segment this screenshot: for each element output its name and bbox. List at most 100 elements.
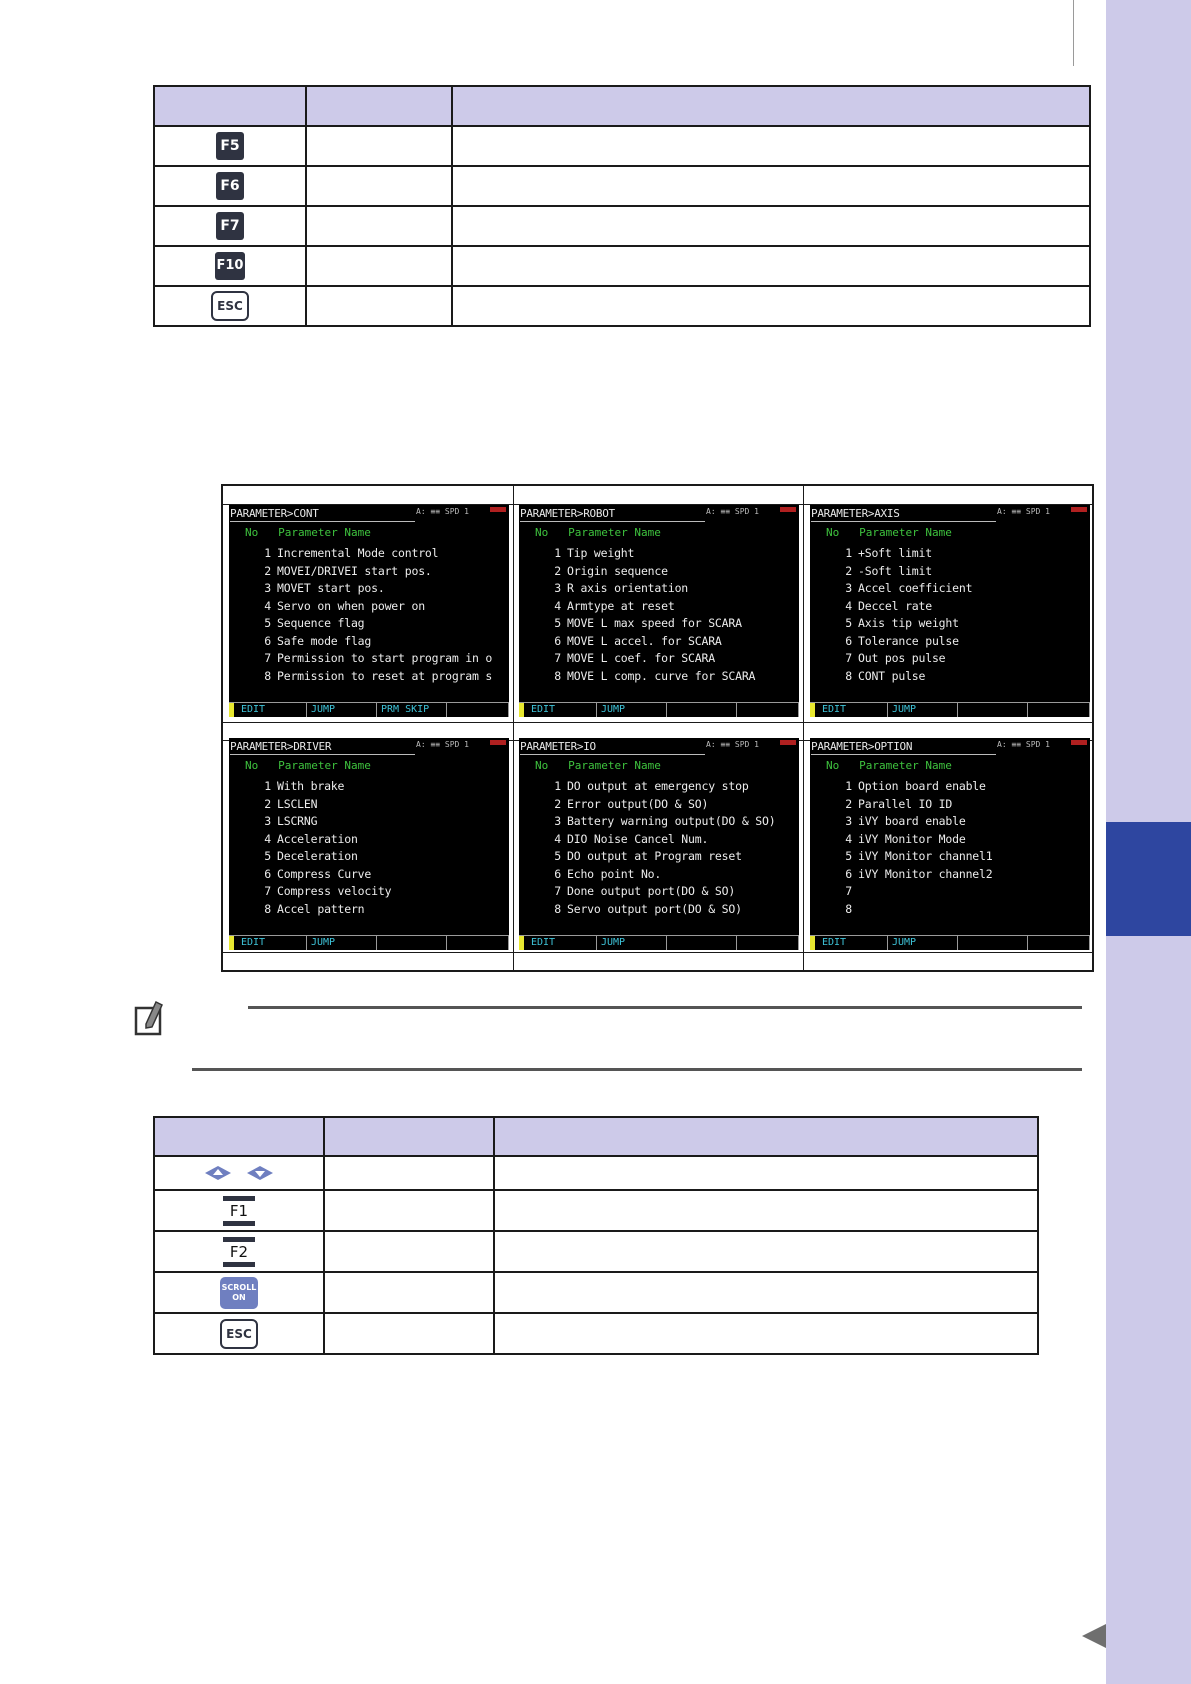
footer-softkey[interactable]: JUMP xyxy=(307,936,377,950)
list-item[interactable]: 2 Parallel IO ID xyxy=(836,796,992,814)
list-item[interactable]: 4 DIO Noise Cancel Num. xyxy=(545,831,775,849)
list-item[interactable]: 5 DO output at Program reset xyxy=(545,848,775,866)
list-item[interactable]: 8 MOVE L comp. curve for SCARA xyxy=(545,668,755,686)
footer-softkey[interactable]: EDIT xyxy=(818,936,888,950)
footer-softkey[interactable]: JUMP xyxy=(597,936,667,950)
list-item[interactable]: 3 R axis orientation xyxy=(545,580,755,598)
parameter-number: 3 xyxy=(264,581,271,595)
list-item[interactable]: 7 Compress velocity xyxy=(255,883,391,901)
footer-softkey[interactable] xyxy=(377,936,447,950)
function-key-table-2: F1 F2 SCROLL ON ESC xyxy=(153,1116,1039,1355)
footer-softkey[interactable]: EDIT xyxy=(527,936,597,950)
list-item[interactable]: 7 Permission to start program in o xyxy=(255,650,492,668)
alarm-indicator xyxy=(1071,507,1087,512)
screen-column-header: No Parameter Name xyxy=(826,526,952,539)
list-item[interactable]: 4 Servo on when power on xyxy=(255,598,492,616)
header-description xyxy=(451,85,1091,127)
footer-softkey[interactable] xyxy=(667,936,737,950)
parameter-name: R axis orientation xyxy=(567,581,689,595)
header-description xyxy=(493,1116,1039,1157)
footer-softkey[interactable]: JUMP xyxy=(597,703,667,717)
parameter-screen: PARAMETER>IO A: ≡≡ SPD 1 No Parameter Name… xyxy=(519,738,799,950)
footer-softkey[interactable] xyxy=(1028,703,1090,717)
footer-softkey[interactable]: EDIT xyxy=(237,936,307,950)
triangle-left-icon[interactable] xyxy=(1082,1624,1106,1648)
footer-softkey[interactable] xyxy=(667,703,737,717)
list-item[interactable]: 5 Sequence flag xyxy=(255,615,492,633)
footer-softkey[interactable] xyxy=(958,703,1028,717)
footer-softkey[interactable]: EDIT xyxy=(237,703,307,717)
parameter-name: Servo on when power on xyxy=(277,598,425,613)
list-item[interactable]: 6 Compress Curve xyxy=(255,866,391,884)
parameter-name: Error output(DO & SO) xyxy=(567,796,709,811)
list-item[interactable]: 7 xyxy=(836,883,992,901)
footer-softkey[interactable] xyxy=(1028,936,1090,950)
list-item[interactable]: 6 iVY Monitor channel2 xyxy=(836,866,992,884)
parameter-screen: PARAMETER>ROBOT A: ≡≡ SPD 1 No Parameter N… xyxy=(519,505,799,717)
list-item[interactable]: 3 Battery warning output(DO & SO) xyxy=(545,813,775,831)
footer-softkey[interactable] xyxy=(447,936,509,950)
list-item[interactable]: 4 iVY Monitor Mode xyxy=(836,831,992,849)
parameter-name: Compress velocity xyxy=(277,884,392,898)
list-item[interactable]: 2 MOVEI/DRIVEI start pos. xyxy=(255,563,492,581)
list-item[interactable]: 4 Acceleration xyxy=(255,831,391,849)
list-item[interactable]: 2 Error output(DO & SO) xyxy=(545,796,775,814)
list-item[interactable]: 2 LSCLEN xyxy=(255,796,391,814)
list-item[interactable]: 7 MOVE L coef. for SCARA xyxy=(545,650,755,668)
parameter-number: 8 xyxy=(554,668,561,683)
list-item[interactable]: 6 Echo point No. xyxy=(545,866,775,884)
list-item[interactable]: 5 Axis tip weight xyxy=(836,615,972,633)
footer-softkey[interactable]: EDIT xyxy=(818,703,888,717)
list-item[interactable]: 1 Option board enable xyxy=(836,778,992,796)
footer-softkey[interactable]: PRM SKIP xyxy=(377,703,447,717)
list-item[interactable]: 8 Servo output port(DO & SO) xyxy=(545,901,775,919)
parameter-name: Deceleration xyxy=(277,849,358,863)
footer-softkey[interactable]: JUMP xyxy=(888,936,958,950)
esc-key-icon: ESC xyxy=(211,291,249,321)
list-item[interactable]: 3 MOVET start pos. xyxy=(255,580,492,598)
list-item[interactable]: 6 MOVE L accel. for SCARA xyxy=(545,633,755,651)
list-item[interactable]: 1 Incremental Mode control xyxy=(255,545,492,563)
chapter-tab[interactable] xyxy=(1106,822,1191,936)
screen-title-underline xyxy=(811,754,996,755)
alarm-indicator xyxy=(1071,740,1087,745)
footer-softkey[interactable] xyxy=(447,703,509,717)
list-item[interactable]: 5 MOVE L max speed for SCARA xyxy=(545,615,755,633)
parameter-number: 3 xyxy=(845,581,852,595)
list-item[interactable]: 5 Deceleration xyxy=(255,848,391,866)
table-row: F10 xyxy=(153,245,1091,287)
list-item[interactable]: 1 With brake xyxy=(255,778,391,796)
list-item[interactable]: 2 -Soft limit xyxy=(836,563,972,581)
list-item[interactable]: 4 Deccel rate xyxy=(836,598,972,616)
table-cell-name xyxy=(323,1230,495,1273)
list-item[interactable]: 1 Tip weight xyxy=(545,545,755,563)
footer-softkey[interactable] xyxy=(737,703,799,717)
footer-softkey[interactable] xyxy=(958,936,1028,950)
screen-function-bar: EDIT JUMP xyxy=(229,935,509,950)
footer-softkey[interactable]: EDIT xyxy=(527,703,597,717)
list-item[interactable]: 7 Out pos pulse xyxy=(836,650,972,668)
parameter-screen: PARAMETER>OPTION A: ≡≡ SPD 1 No Parameter … xyxy=(810,738,1090,950)
list-item[interactable]: 4 Armtype at reset xyxy=(545,598,755,616)
list-item[interactable]: 3 Accel coefficient xyxy=(836,580,972,598)
list-item[interactable]: 3 LSCRNG xyxy=(255,813,391,831)
list-item[interactable]: 3 iVY board enable xyxy=(836,813,992,831)
list-item[interactable]: 7 Done output port(DO & SO) xyxy=(545,883,775,901)
list-item[interactable]: 5 iVY Monitor channel1 xyxy=(836,848,992,866)
list-item[interactable]: 8 Accel pattern xyxy=(255,901,391,919)
list-item[interactable]: 6 Tolerance pulse xyxy=(836,633,972,651)
parameter-number: 1 xyxy=(845,779,852,793)
list-item[interactable]: 1 +Soft limit xyxy=(836,545,972,563)
footer-softkey[interactable]: JUMP xyxy=(888,703,958,717)
list-item[interactable]: 6 Safe mode flag xyxy=(255,633,492,651)
footer-softkey[interactable] xyxy=(737,936,799,950)
list-item[interactable]: 2 Origin sequence xyxy=(545,563,755,581)
parameter-name: Permission to reset at program s xyxy=(277,668,493,683)
table-cell-desc xyxy=(493,1271,1039,1314)
list-item[interactable]: 1 DO output at emergency stop xyxy=(545,778,775,796)
list-item[interactable]: 8 CONT pulse xyxy=(836,668,972,686)
list-item[interactable]: 8 xyxy=(836,901,992,919)
footer-softkey[interactable]: JUMP xyxy=(307,703,377,717)
parameter-name: With brake xyxy=(277,779,345,793)
list-item[interactable]: 8 Permission to reset at program s xyxy=(255,668,492,686)
